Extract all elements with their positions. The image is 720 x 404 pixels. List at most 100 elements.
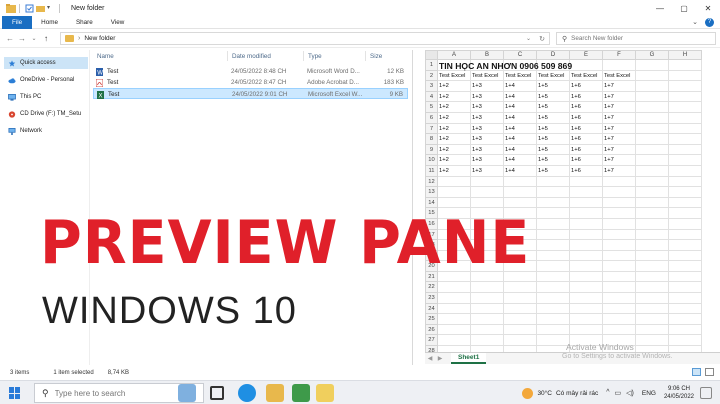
cell	[438, 187, 471, 198]
cell: 1+6	[570, 123, 603, 135]
search-input[interactable]	[571, 35, 702, 42]
cell: Test Excel	[603, 70, 636, 82]
tray-icons: ^ ▭ ◁)	[606, 389, 634, 397]
clock[interactable]: 9:06 CH 24/05/2022	[664, 385, 694, 401]
quick-access-toolbar-dropdown-icon[interactable]: ▾	[47, 4, 56, 13]
column-header-name[interactable]: Name	[97, 53, 114, 60]
nav-item-cd-drive[interactable]: CD Drive (F:) TM_Setu	[4, 108, 88, 120]
folder-icon	[65, 35, 74, 42]
search-box[interactable]: ⚲	[556, 32, 716, 45]
app-shield-icon[interactable]	[292, 384, 310, 402]
pdf-file-icon	[96, 79, 103, 87]
chevron-up-icon[interactable]: ^	[606, 389, 609, 397]
taskbar-search-input[interactable]	[54, 388, 185, 398]
select-all-corner[interactable]	[425, 50, 438, 60]
cell: 1+7	[603, 144, 636, 156]
cell: 1+2	[438, 112, 471, 124]
volume-icon[interactable]: ◁)	[626, 389, 634, 397]
column-header-date-modified[interactable]: Date modified	[232, 53, 271, 60]
language-indicator[interactable]: ENG	[642, 390, 656, 397]
cell	[669, 303, 702, 315]
chevron-down-icon[interactable]: ⌄	[692, 18, 698, 27]
sheet-prev-icon[interactable]: ◀	[425, 355, 435, 362]
weather-widget[interactable]: 30°C Có mây rải rác	[522, 387, 598, 399]
cell	[636, 155, 669, 166]
cell: Test Excel	[504, 70, 537, 82]
tab-home[interactable]: Home	[32, 16, 67, 29]
cell	[636, 176, 669, 188]
network-icon[interactable]: ▭	[615, 389, 622, 397]
title-bar: ▾ New folder — ▢ ✕	[0, 0, 720, 16]
active-app-icon[interactable]	[316, 384, 334, 402]
cell	[669, 335, 702, 347]
nav-item-quick-access[interactable]: Quick access	[4, 57, 88, 69]
nav-item-onedrive[interactable]: OneDrive - Personal	[4, 74, 88, 86]
file-row[interactable]: Test 24/05/2022 8:47 CH Adobe Acrobat D.…	[93, 77, 408, 88]
cell: 1+5	[537, 91, 570, 103]
column-header-type[interactable]: Type	[308, 53, 322, 60]
up-arrow-icon[interactable]: ↑	[40, 34, 52, 43]
cell	[669, 324, 702, 336]
address-bar[interactable]: › New folder ⌄ ↻	[60, 32, 550, 45]
cell: 1+2	[438, 123, 471, 135]
chevron-down-icon[interactable]: ⌄	[526, 35, 531, 42]
cell: 1+7	[603, 155, 636, 166]
nav-item-network[interactable]: Network	[4, 125, 88, 137]
tab-view[interactable]: View	[102, 16, 134, 29]
cell: 1+5	[537, 123, 570, 135]
forward-arrow-icon[interactable]: →	[16, 34, 28, 43]
chevron-right-icon[interactable]: ›	[78, 35, 80, 42]
cell	[636, 187, 669, 198]
properties-icon[interactable]	[25, 4, 34, 13]
clock-date: 24/05/2022	[663, 394, 694, 400]
sheet-next-icon[interactable]: ▶	[435, 355, 445, 362]
row-header: 11	[425, 165, 438, 177]
cell	[438, 293, 471, 304]
folder-icon	[6, 3, 16, 13]
new-folder-icon[interactable]	[36, 4, 45, 13]
refresh-icon[interactable]: ↻	[539, 35, 545, 43]
column-divider[interactable]	[227, 51, 228, 61]
windows-start-icon[interactable]	[9, 387, 21, 399]
overlay-title: PREVIEW PANE	[40, 208, 531, 278]
cell	[669, 218, 702, 230]
cell	[636, 240, 669, 251]
task-view-icon[interactable]	[210, 386, 224, 400]
column-divider[interactable]	[365, 51, 366, 61]
tab-share[interactable]: Share	[67, 16, 102, 29]
large-icons-view-icon[interactable]	[705, 368, 714, 376]
news-widget-icon[interactable]	[178, 384, 196, 402]
cell	[504, 176, 537, 188]
recent-locations-icon[interactable]: ⌄	[28, 35, 40, 42]
tab-file[interactable]: File	[2, 15, 33, 29]
notification-icon[interactable]	[700, 387, 712, 399]
column-header-size[interactable]: Size	[370, 53, 382, 60]
details-view-icon[interactable]	[692, 368, 701, 376]
minimize-button[interactable]: —	[648, 0, 672, 16]
cell	[603, 282, 636, 294]
cell	[504, 303, 537, 315]
file-type: Adobe Acrobat D...	[307, 79, 359, 86]
edge-browser-icon[interactable]	[238, 384, 256, 402]
column-header: H	[669, 50, 702, 60]
spreadsheet-row: 1+2 1+3 1+4 1+5 1+6 1+7	[438, 144, 702, 156]
file-row[interactable]: W Test 24/05/2022 8:48 CH Microsoft Word…	[93, 66, 408, 77]
cell: 1+3	[471, 112, 504, 124]
close-button[interactable]: ✕	[696, 0, 720, 16]
cell	[603, 229, 636, 241]
sheet-tab[interactable]: Sheet1	[451, 353, 487, 364]
file-explorer-icon[interactable]	[266, 384, 284, 402]
file-size: 183 KB	[383, 79, 404, 86]
nav-item-this-pc[interactable]: This PC	[4, 91, 88, 103]
cell	[537, 271, 570, 283]
cell	[669, 155, 702, 166]
column-divider[interactable]	[303, 51, 304, 61]
cell	[570, 261, 603, 272]
maximize-button[interactable]: ▢	[672, 0, 696, 16]
cell	[438, 335, 471, 347]
help-icon[interactable]: ?	[705, 18, 714, 27]
file-row-selected[interactable]: X Test 24/05/2022 9:01 CH Microsoft Exce…	[93, 88, 408, 99]
cell: 1+5	[537, 165, 570, 177]
cell	[636, 229, 669, 241]
back-arrow-icon[interactable]: ←	[4, 34, 16, 43]
